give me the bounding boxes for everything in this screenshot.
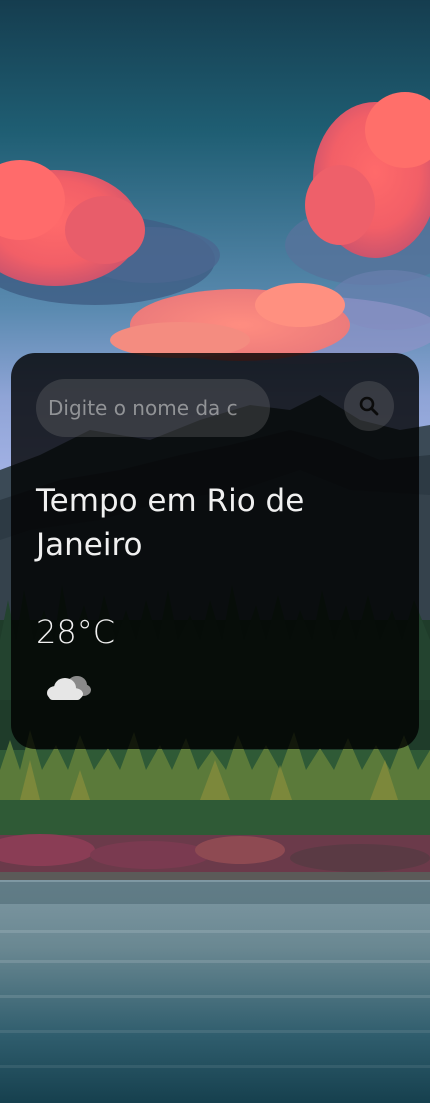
- temperature-value: 28°C: [36, 613, 116, 651]
- city-heading: Tempo em Rio de Janeiro: [36, 483, 305, 563]
- weather-card: Tempo em Rio de Janeiro 28°C: [11, 353, 419, 749]
- search-button[interactable]: [344, 381, 394, 431]
- search-bar: [36, 379, 394, 437]
- cloudy-icon: [47, 676, 91, 700]
- city-search-input[interactable]: [36, 379, 270, 437]
- search-icon: [359, 396, 379, 416]
